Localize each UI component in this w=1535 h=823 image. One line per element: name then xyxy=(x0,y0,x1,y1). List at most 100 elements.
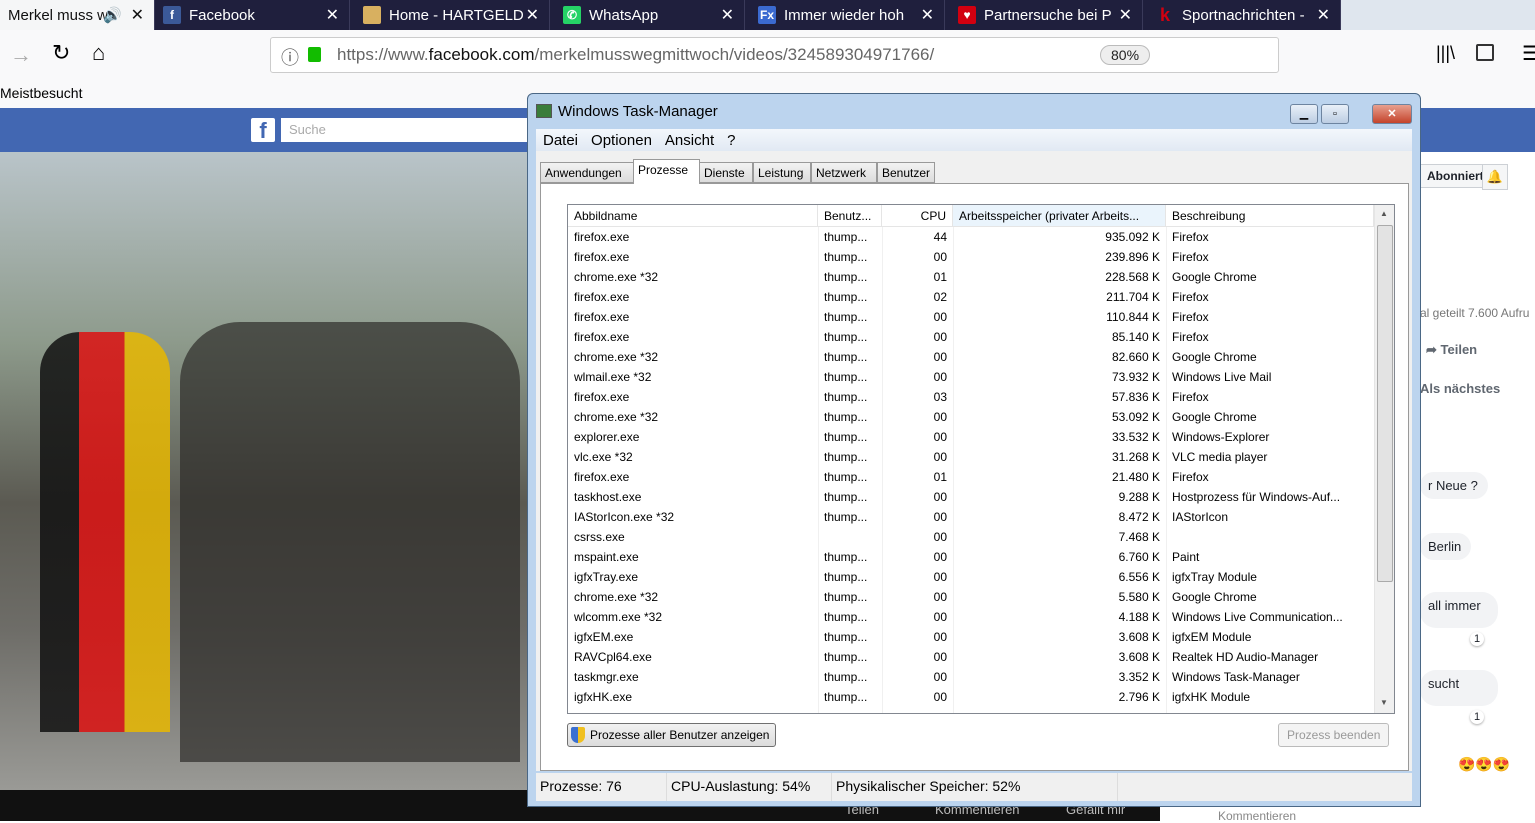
tab-anwendungen[interactable]: Anwendungen xyxy=(540,162,634,183)
close-button[interactable]: ✕ xyxy=(1372,104,1412,124)
column-header[interactable]: Beschreibung xyxy=(1166,205,1374,227)
library-icon[interactable]: |||\ xyxy=(1436,43,1455,64)
bookmark-meistbesucht[interactable]: Meistbesucht xyxy=(0,85,82,101)
description: Hostprozess für Windows-Auf... xyxy=(1172,490,1341,504)
memory: 6.760 K xyxy=(1118,550,1160,564)
menu-item[interactable]: Optionen xyxy=(591,132,652,149)
table-row[interactable]: taskmgr.exe thump... 00 3.352 K Windows Task… xyxy=(568,667,1374,687)
column-header[interactable]: Arbeitsspeicher (privater Arbeits... xyxy=(953,205,1166,227)
menu-item[interactable]: Ansicht xyxy=(665,132,714,149)
zoom-level[interactable]: 80% xyxy=(1100,45,1151,65)
speaker-icon[interactable]: 🔊 xyxy=(103,6,122,24)
table-row[interactable]: igfxHK.exe thump... 00 2.796 K igfxHK Module xyxy=(568,687,1374,707)
table-row[interactable]: firefox.exe thump... 00 110.844 K Firefox xyxy=(568,307,1374,327)
column-header[interactable]: Benutz... xyxy=(818,205,882,227)
show-all-users-button[interactable]: Prozesse aller Benutzer anzeigen xyxy=(567,723,777,747)
emoji-reactions[interactable]: 😍😍😍 xyxy=(1458,756,1510,773)
end-process-button[interactable]: Prozess beenden xyxy=(1278,723,1390,747)
table-row[interactable]: chrome.exe *32 thump... 00 5.580 K Google Ch… xyxy=(568,587,1374,607)
table-row[interactable]: igfxTray.exe thump... 00 6.556 K igfxTray Mo… xyxy=(568,567,1374,587)
subscribed-button[interactable]: Abonniert xyxy=(1420,164,1491,188)
browser-tab[interactable]: f Facebook ✕ xyxy=(155,0,350,30)
title-bar[interactable]: Windows Task-Manager xyxy=(536,98,718,124)
image-name: RAVCpl64.exe xyxy=(574,650,652,664)
user-name: thump... xyxy=(824,630,868,644)
sidebar-icon[interactable] xyxy=(1476,44,1494,61)
browser-tab[interactable]: Home - HARTGELD ✕ xyxy=(355,0,550,30)
table-row[interactable]: csrss.exe 00 7.468 K xyxy=(568,527,1374,547)
table-row[interactable]: firefox.exe thump... 03 57.836 K Firefox xyxy=(568,387,1374,407)
image-name: wlmail.exe *32 xyxy=(574,370,652,384)
menu-item[interactable]: Datei xyxy=(543,132,578,149)
table-row[interactable]: explorer.exe thump... 00 33.532 K Windows-Ex… xyxy=(568,427,1374,447)
minimize-button[interactable]: ▁ xyxy=(1290,104,1318,124)
tab-close-icon[interactable]: ✕ xyxy=(131,5,144,25)
tab-close-icon[interactable]: ✕ xyxy=(326,5,339,25)
table-row[interactable]: IAStorIcon.exe *32 thump... 00 8.472 K IASto… xyxy=(568,507,1374,527)
description: Google Chrome xyxy=(1172,270,1257,284)
facebook-search-input[interactable]: Suche xyxy=(281,118,541,142)
maximize-button[interactable]: ▫ xyxy=(1321,104,1349,124)
table-row[interactable]: firefox.exe thump... 44 935.092 K Firefox xyxy=(568,227,1374,247)
reaction-count[interactable]: 1 xyxy=(1470,710,1485,724)
facebook-logo-icon[interactable]: f xyxy=(251,118,275,143)
table-row[interactable]: chrome.exe *32 thump... 00 53.092 K Google C… xyxy=(568,407,1374,427)
browser-tab[interactable]: ♥ Partnersuche bei P ✕ xyxy=(950,0,1143,30)
scroll-thumb[interactable] xyxy=(1377,225,1393,582)
column-header[interactable]: CPU xyxy=(882,205,953,227)
menu-item[interactable]: ? xyxy=(727,132,735,149)
table-row[interactable]: firefox.exe thump... 00 85.140 K Firefox xyxy=(568,327,1374,347)
url-bar[interactable]: ⓘ https://www. facebook.com/merkelmussweg… xyxy=(270,37,1279,73)
share-button[interactable]: ➦ Teilen xyxy=(1426,342,1477,358)
table-row[interactable]: wlcomm.exe *32 thump... 00 4.188 K Windows L… xyxy=(568,607,1374,627)
tab-leistung[interactable]: Leistung xyxy=(753,162,811,183)
scroll-down-icon[interactable]: ▼ xyxy=(1380,698,1388,707)
tab-title: Immer wieder hoh xyxy=(784,6,905,24)
heart-icon: ♥ xyxy=(958,6,976,24)
table-row[interactable]: mspaint.exe thump... 00 6.760 K Paint xyxy=(568,547,1374,567)
reaction-count[interactable]: 1 xyxy=(1470,632,1485,646)
tab-dienste[interactable]: Dienste xyxy=(699,162,753,183)
user-name: thump... xyxy=(824,330,868,344)
reload-icon[interactable]: ↻ xyxy=(52,40,70,66)
image-name: wlcomm.exe *32 xyxy=(574,610,663,624)
browser-tab[interactable]: k Sportnachrichten - ✕ xyxy=(1148,0,1341,30)
table-row[interactable]: vlc.exe *32 thump... 00 31.268 K VLC media p… xyxy=(568,447,1374,467)
description: Google Chrome xyxy=(1172,350,1257,364)
table-row[interactable]: chrome.exe *32 thump... 01 228.568 K Google … xyxy=(568,267,1374,287)
column-header[interactable]: Abbildname xyxy=(568,205,818,227)
tab-netzwerk[interactable]: Netzwerk xyxy=(811,162,877,183)
notification-bell-icon[interactable]: 🔔 xyxy=(1482,164,1508,190)
browser-tab[interactable]: Merkel muss w 🔊 ✕ xyxy=(0,0,155,30)
description: Firefox xyxy=(1172,470,1209,484)
tab-close-icon[interactable]: ✕ xyxy=(1119,5,1132,25)
table-row[interactable]: RAVCpl64.exe thump... 00 3.608 K Realtek HD … xyxy=(568,647,1374,667)
image-name: firefox.exe xyxy=(574,250,630,264)
table-row[interactable]: chrome.exe *32 thump... 00 82.660 K Google C… xyxy=(568,347,1374,367)
memory: 31.268 K xyxy=(1111,450,1160,464)
table-row[interactable]: firefox.exe thump... 00 239.896 K Firefox xyxy=(568,247,1374,267)
tab-close-icon[interactable]: ✕ xyxy=(921,5,934,25)
table-row[interactable]: wlmail.exe *32 thump... 00 73.932 K Windows … xyxy=(568,367,1374,387)
table-row[interactable]: igfxEM.exe thump... 00 3.608 K igfxEM Module xyxy=(568,627,1374,647)
table-row[interactable]: taskhost.exe thump... 00 9.288 K Hostprozess… xyxy=(568,487,1374,507)
tab-benutzer[interactable]: Benutzer xyxy=(877,162,935,183)
memory: 5.580 K xyxy=(1118,590,1160,604)
browser-tab[interactable]: ✆ WhatsApp ✕ xyxy=(555,0,745,30)
table-row[interactable]: firefox.exe thump... 02 211.704 K Firefox xyxy=(568,287,1374,307)
tab-close-icon[interactable]: ✕ xyxy=(526,5,539,25)
tab-close-icon[interactable]: ✕ xyxy=(721,5,734,25)
table-row[interactable]: firefox.exe thump... 01 21.480 K Firefox xyxy=(568,467,1374,487)
video-player[interactable] xyxy=(0,152,527,790)
scrollbar[interactable]: ▲ ▼ xyxy=(1374,205,1394,713)
browser-tab[interactable]: Fx Immer wieder hoh ✕ xyxy=(750,0,945,30)
comment-bubble: all immer xyxy=(1420,592,1498,628)
tab-prozesse[interactable]: Prozesse xyxy=(633,159,700,184)
scroll-up-icon[interactable]: ▲ xyxy=(1380,209,1388,218)
forward-icon[interactable]: → xyxy=(10,42,32,68)
info-icon[interactable]: ⓘ xyxy=(281,44,299,70)
tab-close-icon[interactable]: ✕ xyxy=(1317,5,1330,25)
home-icon[interactable]: ⌂ xyxy=(92,40,105,66)
cpu: 00 xyxy=(933,430,947,444)
menu-icon[interactable]: ☰ xyxy=(1522,41,1535,66)
